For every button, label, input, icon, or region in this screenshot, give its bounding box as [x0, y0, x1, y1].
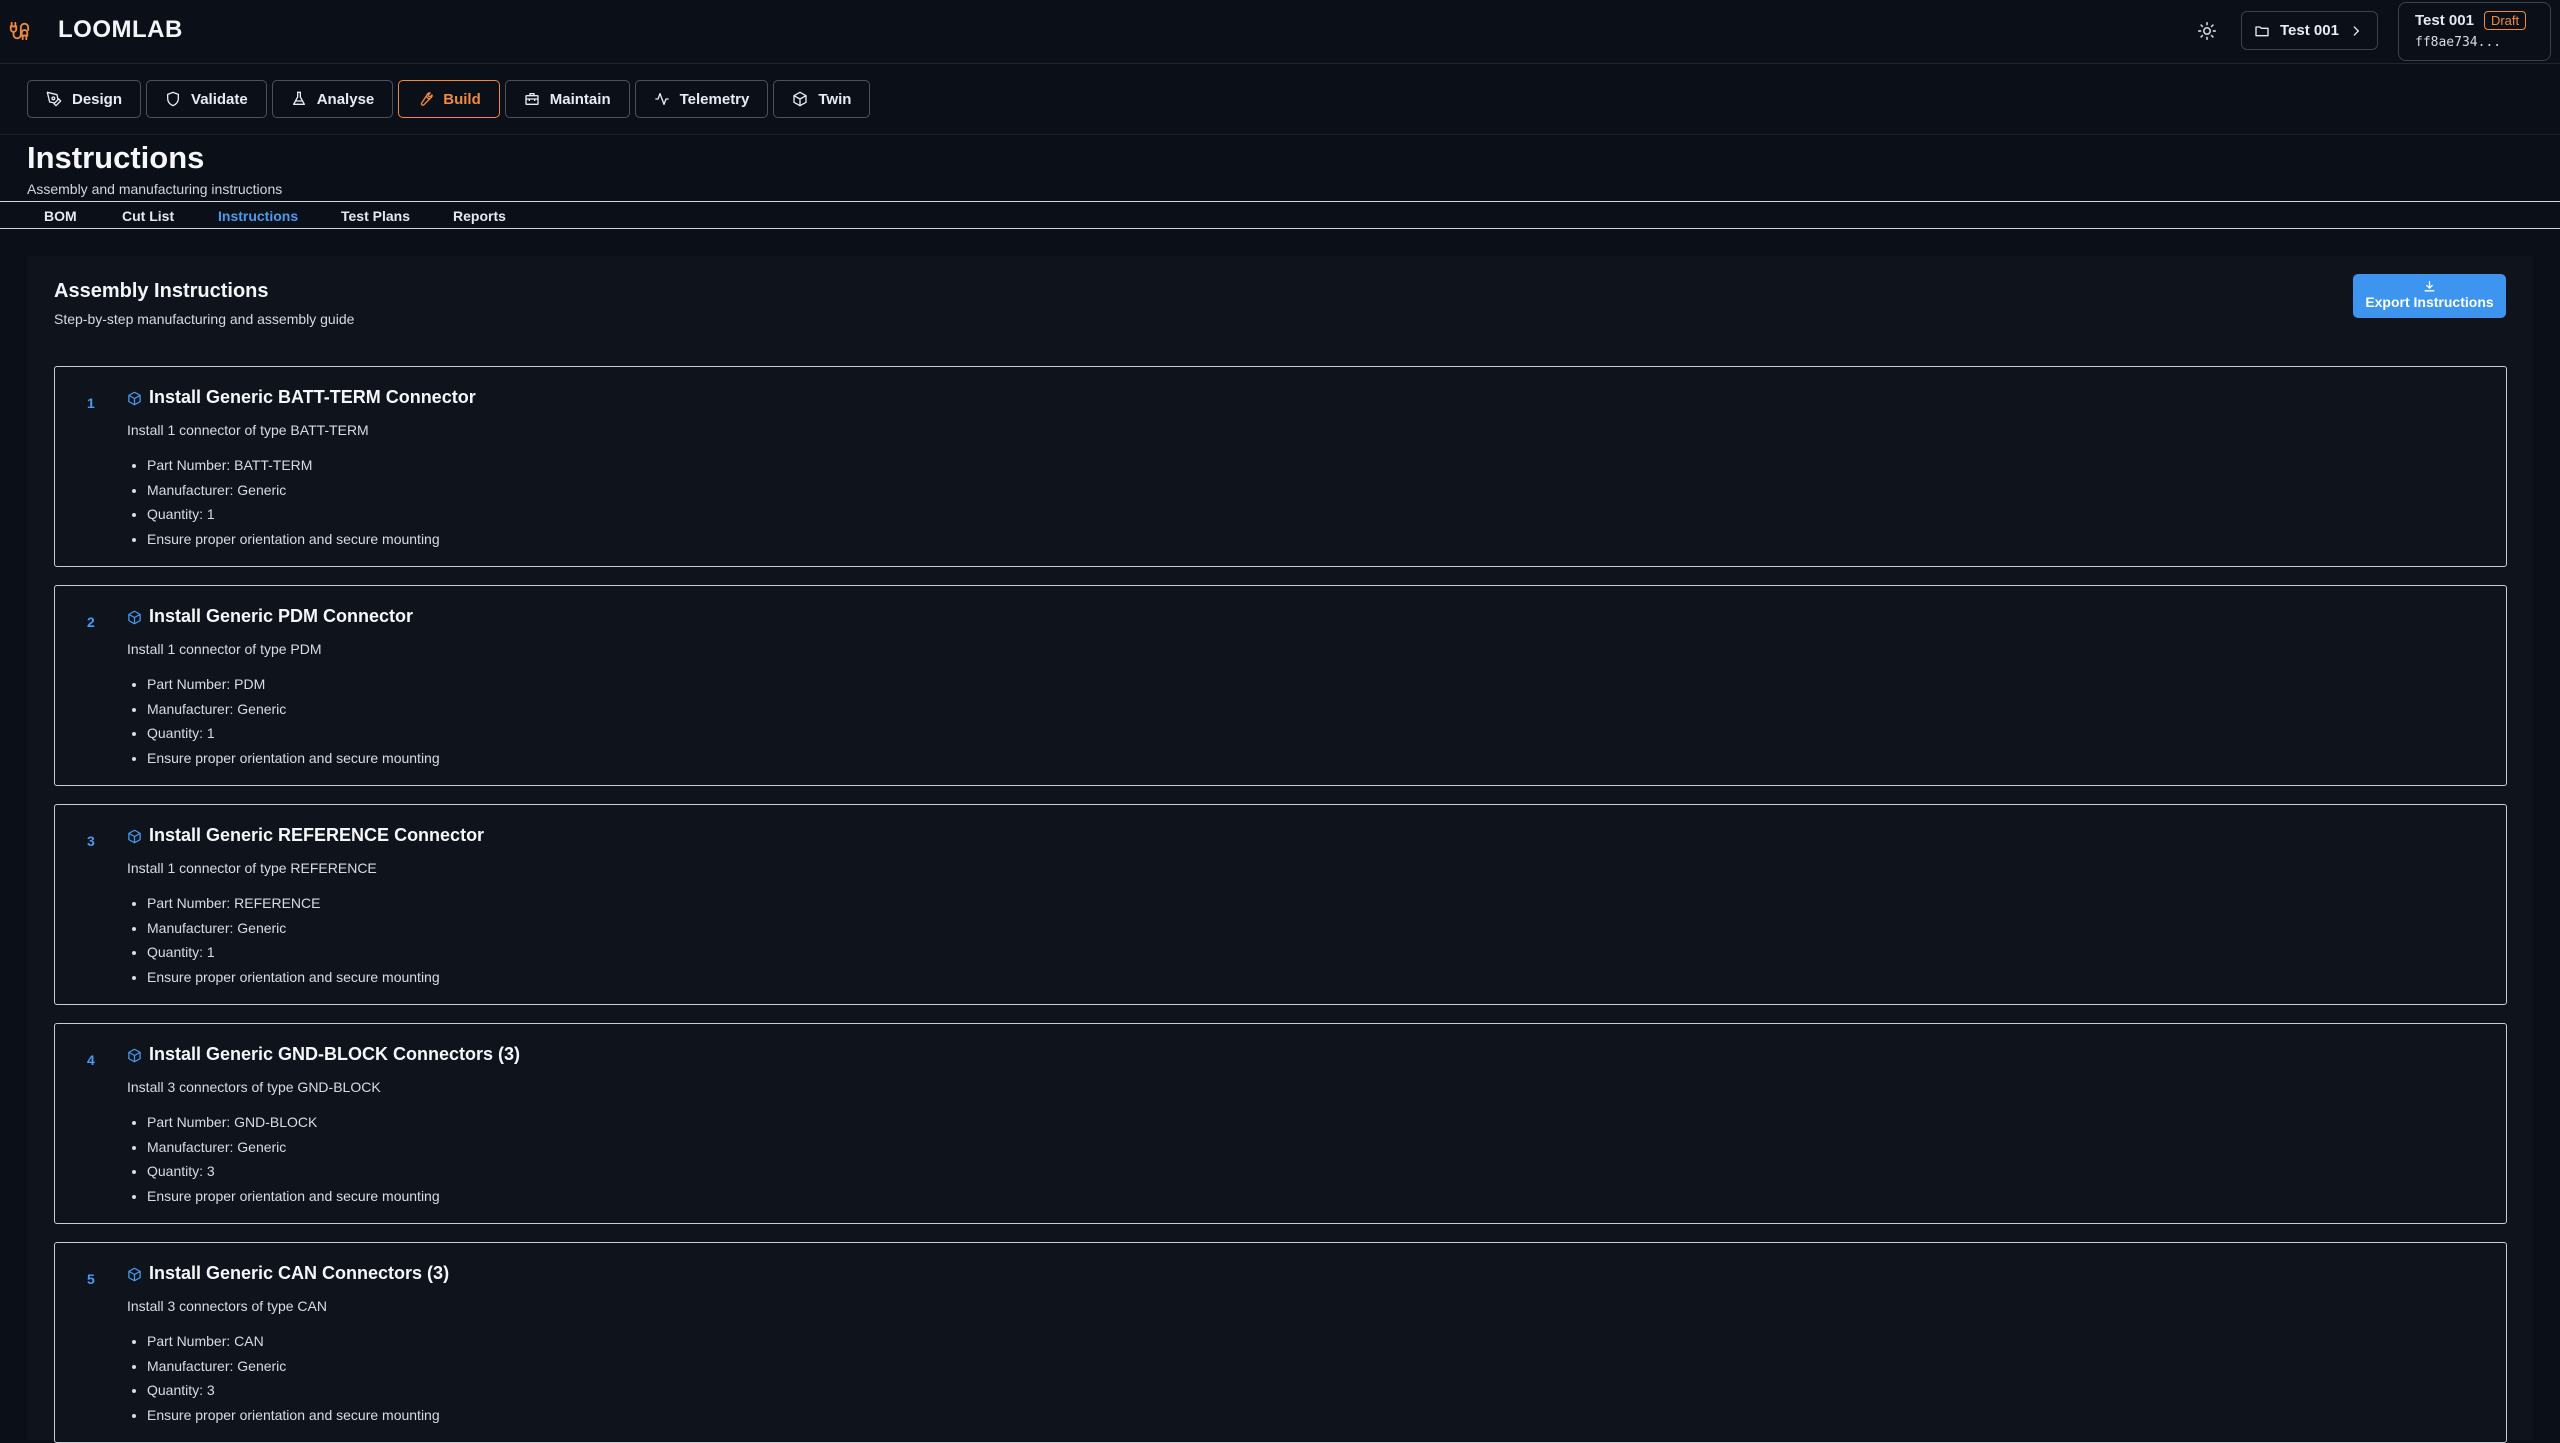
download-icon: [2424, 280, 2435, 292]
package-icon: [128, 829, 141, 844]
step-details-list: Part Number: PDMManufacturer: GenericQua…: [127, 672, 440, 770]
step-number: 1: [87, 395, 95, 411]
tab-telemetry[interactable]: Telemetry: [634, 80, 769, 118]
tab-validate[interactable]: Validate: [146, 80, 267, 118]
app-title: LOOMLAB: [58, 16, 183, 43]
step-detail-item: Quantity: 1: [147, 721, 440, 746]
step-detail-item: Manufacturer: Generic: [147, 478, 440, 503]
step-detail-item: Part Number: GND-BLOCK: [147, 1110, 440, 1135]
step-description: Install 1 connector of type PDM: [127, 641, 322, 657]
step-title: Install Generic CAN Connectors (3): [149, 1263, 450, 1283]
wrench-icon: [421, 92, 433, 106]
step-detail-item: Manufacturer: Generic: [147, 1354, 440, 1379]
step-detail-item: Quantity: 1: [147, 502, 440, 527]
step-details-list: Part Number: BATT-TERMManufacturer: Gene…: [127, 453, 440, 551]
subtab-test-plans[interactable]: Test Plans: [341, 208, 410, 224]
step-number: 2: [87, 614, 95, 630]
package-icon: [128, 1048, 141, 1063]
toolbox-icon: [525, 93, 539, 105]
step-detail-item: Ensure proper orientation and secure mou…: [147, 527, 440, 552]
tab-design[interactable]: Design: [27, 80, 142, 118]
theme-toggle-sun-icon[interactable]: [2196, 20, 2218, 42]
step-detail-item: Quantity: 3: [147, 1378, 440, 1403]
step-number: 4: [87, 1052, 95, 1068]
step-detail-item: Part Number: REFERENCE: [147, 891, 440, 916]
cable-logo-icon: [9, 21, 30, 41]
sub-tabs: BOM Cut List Instructions Test Plans Rep…: [0, 201, 2560, 229]
step-number: 3: [87, 833, 95, 849]
assembly-instructions-panel: Assembly Instructions Step-by-step manuf…: [27, 256, 2533, 1443]
package-icon: [128, 391, 141, 406]
instruction-step: 1 Install Generic BATT-TERM Connector In…: [54, 366, 2507, 567]
step-description: Install 3 connectors of type CAN: [127, 1298, 327, 1314]
subtab-cut-list[interactable]: Cut List: [122, 208, 174, 224]
project-info-card[interactable]: Test 001 Draft ff8ae734...: [2398, 2, 2551, 61]
tab-analyse[interactable]: Analyse: [271, 80, 394, 118]
tab-label: Build: [443, 90, 481, 108]
tab-twin[interactable]: Twin: [773, 80, 871, 118]
folder-icon: [2255, 25, 2269, 36]
step-detail-item: Ensure proper orientation and secure mou…: [147, 1403, 440, 1428]
step-detail-item: Manufacturer: Generic: [147, 1135, 440, 1160]
package-icon: [128, 1267, 141, 1282]
step-title: Install Generic BATT-TERM Connector: [149, 387, 476, 407]
shield-icon: [167, 91, 180, 107]
step-detail-item: Manufacturer: Generic: [147, 697, 440, 722]
project-button-label: Test 001: [2280, 22, 2339, 39]
step-detail-item: Ensure proper orientation and secure mou…: [147, 1184, 440, 1209]
step-detail-item: Part Number: PDM: [147, 672, 440, 697]
step-number: 5: [87, 1271, 95, 1287]
divider: [0, 134, 2560, 135]
step-description: Install 1 connector of type REFERENCE: [127, 860, 377, 876]
panel-subtitle: Step-by-step manufacturing and assembly …: [54, 311, 355, 327]
instruction-step: 5 Install Generic CAN Connectors (3) Ins…: [54, 1242, 2507, 1443]
subtab-reports[interactable]: Reports: [453, 208, 506, 224]
step-details-list: Part Number: GND-BLOCKManufacturer: Gene…: [127, 1110, 440, 1208]
page-subtitle: Assembly and manufacturing instructions: [27, 181, 283, 197]
subtab-instructions[interactable]: Instructions: [218, 208, 298, 224]
export-instructions-button[interactable]: Export Instructions: [2353, 274, 2506, 318]
top-bar: LOOMLAB Test 001 Test 001 Draft ff8ae734…: [0, 0, 2560, 64]
tab-maintain[interactable]: Maintain: [504, 80, 630, 118]
tab-label: Design: [72, 90, 123, 108]
step-title: Install Generic GND-BLOCK Connectors (3): [149, 1044, 521, 1064]
flask-icon: [292, 91, 305, 105]
step-detail-item: Manufacturer: Generic: [147, 916, 440, 941]
step-detail-item: Part Number: CAN: [147, 1329, 440, 1354]
instruction-step: 3 Install Generic REFERENCE Connector In…: [54, 804, 2507, 1005]
tab-label: Analyse: [316, 90, 375, 108]
tab-label: Twin: [818, 90, 852, 108]
tab-build[interactable]: Build: [398, 80, 500, 118]
step-details-list: Part Number: CANManufacturer: GenericQua…: [127, 1329, 440, 1427]
step-detail-item: Quantity: 3: [147, 1159, 440, 1184]
instruction-step: 2 Install Generic PDM Connector Install …: [54, 585, 2507, 786]
chevron-right-icon: [2353, 25, 2360, 36]
step-title: Install Generic PDM Connector: [149, 606, 414, 626]
step-details-list: Part Number: REFERENCEManufacturer: Gene…: [127, 891, 440, 989]
pen-tool-icon: [46, 91, 62, 107]
mode-tabs: Design Validate Analyse Build Maintain T…: [27, 80, 871, 118]
step-title: Install Generic REFERENCE Connector: [149, 825, 485, 845]
tab-label: Validate: [191, 90, 248, 108]
step-detail-item: Ensure proper orientation and secure mou…: [147, 965, 440, 990]
project-selector-button[interactable]: Test 001: [2241, 11, 2378, 50]
step-description: Install 3 connectors of type GND-BLOCK: [127, 1079, 381, 1095]
project-name: Test 001: [2415, 12, 2474, 29]
status-badge: Draft: [2483, 11, 2527, 30]
tab-label: Telemetry: [679, 90, 750, 108]
page-title: Instructions: [27, 140, 205, 175]
step-detail-item: Part Number: BATT-TERM: [147, 453, 440, 478]
panel-title: Assembly Instructions: [54, 280, 269, 302]
cube-icon: [793, 91, 808, 107]
activity-icon: [654, 93, 669, 105]
step-detail-item: Quantity: 1: [147, 940, 440, 965]
tab-label: Maintain: [549, 90, 611, 108]
export-button-label: Export Instructions: [2365, 294, 2494, 310]
project-hash: ff8ae734...: [2415, 35, 2502, 50]
step-description: Install 1 connector of type BATT-TERM: [127, 422, 369, 438]
package-icon: [128, 610, 141, 625]
step-detail-item: Ensure proper orientation and secure mou…: [147, 746, 440, 771]
subtab-bom[interactable]: BOM: [44, 208, 77, 224]
instruction-step: 4 Install Generic GND-BLOCK Connectors (…: [54, 1023, 2507, 1224]
